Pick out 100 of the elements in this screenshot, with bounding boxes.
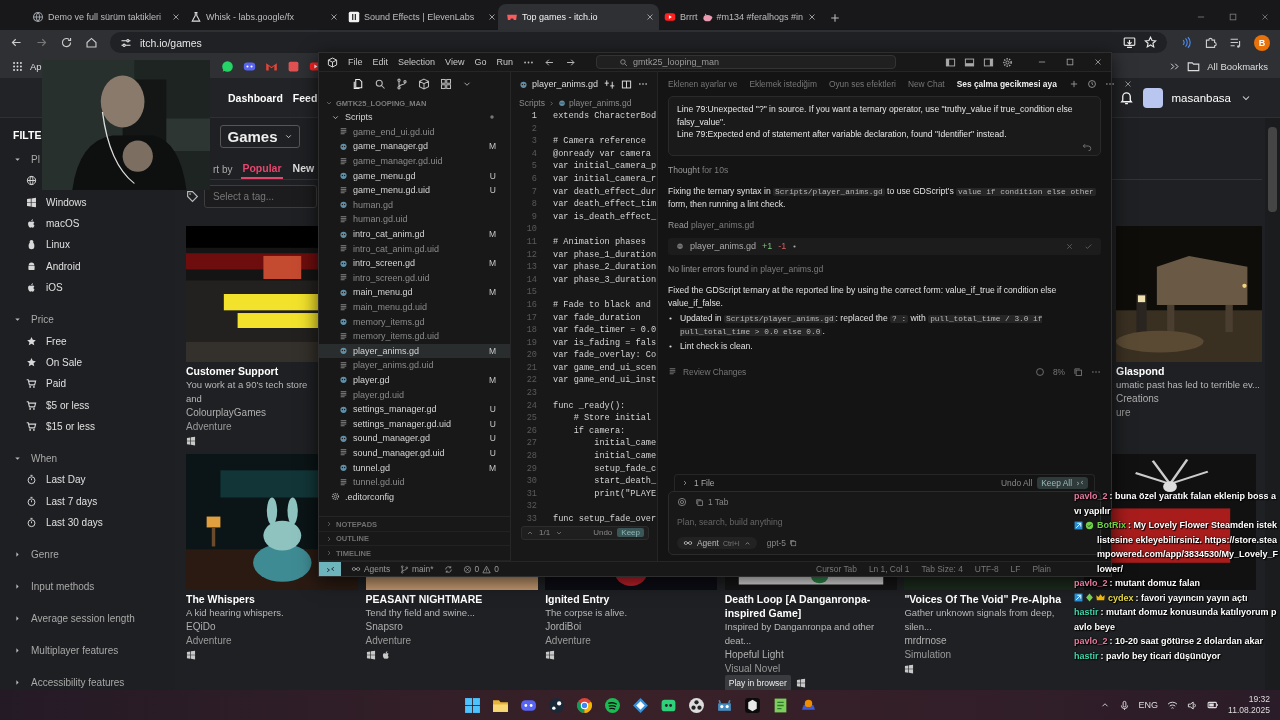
chat-tab[interactable]: Ses çalma gecikmesi aya: [956, 79, 1057, 89]
game-author[interactable]: Snapsro: [365, 620, 538, 634]
status-item[interactable]: UTF-8: [974, 564, 999, 574]
apps-icon[interactable]: [12, 61, 23, 72]
browser-tab[interactable]: Demo ve full sürüm taktikleri: [24, 4, 185, 30]
source-control-icon[interactable]: [396, 78, 408, 90]
menu-item[interactable]: Edit: [372, 57, 389, 67]
file-row[interactable]: player_anims.gd M: [319, 343, 510, 359]
filter-option[interactable]: Windows: [46, 196, 87, 208]
forward-icon[interactable]: [564, 56, 576, 68]
filter-option[interactable]: $15 or less: [46, 421, 95, 433]
chat-tab[interactable]: Oyun ses efektleri: [828, 79, 896, 89]
back-icon[interactable]: [10, 36, 23, 49]
filter-option[interactable]: Paid: [46, 378, 66, 390]
problems-button[interactable]: 0 0: [462, 564, 499, 574]
file-row[interactable]: player.gd.uid: [319, 387, 510, 402]
menu-item[interactable]: Run: [496, 57, 513, 67]
browser-tab[interactable]: Sound Effects | ElevenLabs: [340, 4, 501, 30]
secondary-sidebar-icon[interactable]: [983, 56, 994, 68]
home-icon[interactable]: [85, 36, 98, 49]
filter-option[interactable]: iOS: [46, 282, 63, 294]
file-row[interactable]: sound_manager.gd U: [319, 431, 510, 446]
file-row[interactable]: human.gd.uid: [319, 212, 510, 227]
breadcrumb-item[interactable]: Scripts: [519, 98, 545, 108]
model-selector[interactable]: gpt-5: [766, 538, 797, 548]
file-row[interactable]: player_anims.gd.uid: [319, 358, 510, 373]
bookmark-icon[interactable]: [286, 60, 300, 73]
game-title[interactable]: Death Loop [A Danganronpa-inspired Game]: [724, 592, 897, 620]
close-icon[interactable]: [645, 12, 655, 22]
game-author[interactable]: Hopeful Light: [724, 648, 897, 662]
new-chat-icon[interactable]: [1068, 79, 1079, 89]
mail-icon[interactable]: [264, 60, 278, 73]
apple-icon[interactable]: [26, 217, 37, 229]
username[interactable]: masanbasa: [1171, 91, 1231, 104]
chat-tab[interactable]: New Chat: [907, 79, 945, 89]
start-icon[interactable]: [463, 696, 481, 714]
obs-icon[interactable]: [687, 696, 705, 714]
stopwatch-icon[interactable]: [26, 474, 37, 486]
close-icon[interactable]: [329, 12, 339, 22]
caret-right-icon[interactable]: [13, 549, 22, 559]
changed-files-toggle[interactable]: 1 File: [694, 478, 715, 488]
wifi-icon[interactable]: [1167, 699, 1179, 711]
stopwatch-icon[interactable]: [26, 495, 37, 507]
cart-icon[interactable]: [26, 378, 37, 390]
branch-button[interactable]: main*: [400, 564, 434, 574]
user-avatar[interactable]: [1142, 87, 1163, 108]
maximize-icon[interactable]: [1065, 57, 1075, 67]
keep-all-button[interactable]: Keep All: [1037, 477, 1088, 489]
bookmark-link[interactable]: All Bookmarks: [1207, 61, 1268, 72]
nav-link[interactable]: Dashboard: [228, 91, 283, 104]
game-author[interactable]: Creations: [1116, 392, 1262, 406]
game-title[interactable]: Glaspond: [1116, 364, 1262, 378]
filter-option[interactable]: macOS: [46, 217, 80, 229]
filter-group-heading[interactable]: Accessibility features: [31, 676, 125, 688]
globe-icon[interactable]: [26, 175, 37, 187]
speaker-icon[interactable]: [1187, 699, 1199, 711]
status-item[interactable]: Tab Size: 4: [921, 564, 963, 574]
filter-option[interactable]: Last 7 days: [46, 495, 98, 507]
filter-group-heading[interactable]: Genre: [31, 548, 59, 560]
diamond-icon[interactable]: [631, 696, 649, 714]
filter-option[interactable]: Android: [46, 260, 81, 272]
file-row[interactable]: memory_items.gd: [319, 314, 510, 329]
filter-group-heading[interactable]: Multiplayer features: [31, 644, 119, 656]
filter-option[interactable]: Last Day: [46, 474, 86, 486]
sort-tab[interactable]: Popular: [241, 159, 283, 179]
browser-icon[interactable]: [575, 696, 593, 714]
undo-button[interactable]: Undo: [593, 528, 613, 538]
tag-select[interactable]: Select a tag...: [204, 185, 317, 208]
game-title[interactable]: "Voices Of The Void" Pre-Alpha: [904, 592, 1077, 606]
stopwatch-icon[interactable]: [26, 517, 37, 529]
chat-tab[interactable]: Eklenen ayarlar ve: [668, 79, 738, 89]
file-row[interactable]: settings_manager.gd.uid U: [319, 416, 510, 432]
file-row[interactable]: intro_cat_anim.gd M: [319, 226, 510, 242]
install-icon[interactable]: [1123, 36, 1136, 49]
file-row[interactable]: tunnel.gd.uid: [319, 474, 510, 490]
explorer-icon[interactable]: [352, 78, 364, 90]
steam-icon[interactable]: [547, 696, 565, 714]
close-icon[interactable]: [1093, 57, 1103, 67]
filter-group-heading[interactable]: Price: [31, 313, 54, 325]
file-row[interactable]: settings_manager.gd U: [319, 401, 510, 417]
bell-icon[interactable]: [1118, 90, 1134, 105]
editor-app-icon[interactable]: [743, 696, 761, 714]
filter-option[interactable]: Free: [46, 335, 67, 347]
game-author[interactable]: ColourplayGames: [186, 406, 314, 420]
sidebar-toggle-icon[interactable]: [945, 56, 956, 68]
sync-icon[interactable]: [443, 564, 453, 574]
agents-button[interactable]: Agents: [351, 564, 391, 574]
cube-icon[interactable]: [418, 78, 430, 90]
gamepad-icon[interactable]: [242, 60, 256, 73]
battery-icon[interactable]: [1207, 699, 1220, 711]
status-item[interactable]: Plain: [1032, 564, 1051, 574]
close-icon[interactable]: [1260, 12, 1270, 22]
penguin-icon[interactable]: [26, 239, 37, 251]
file-row[interactable]: memory_items.gd.uid: [319, 328, 510, 344]
cart-icon[interactable]: [26, 399, 37, 411]
game-author[interactable]: JordiBoi: [545, 620, 718, 634]
filter-group-heading[interactable]: Pl: [31, 153, 40, 165]
music-icon[interactable]: [603, 696, 621, 714]
menu-item[interactable]: Go: [474, 57, 487, 67]
games-dropdown[interactable]: Games: [220, 125, 300, 149]
